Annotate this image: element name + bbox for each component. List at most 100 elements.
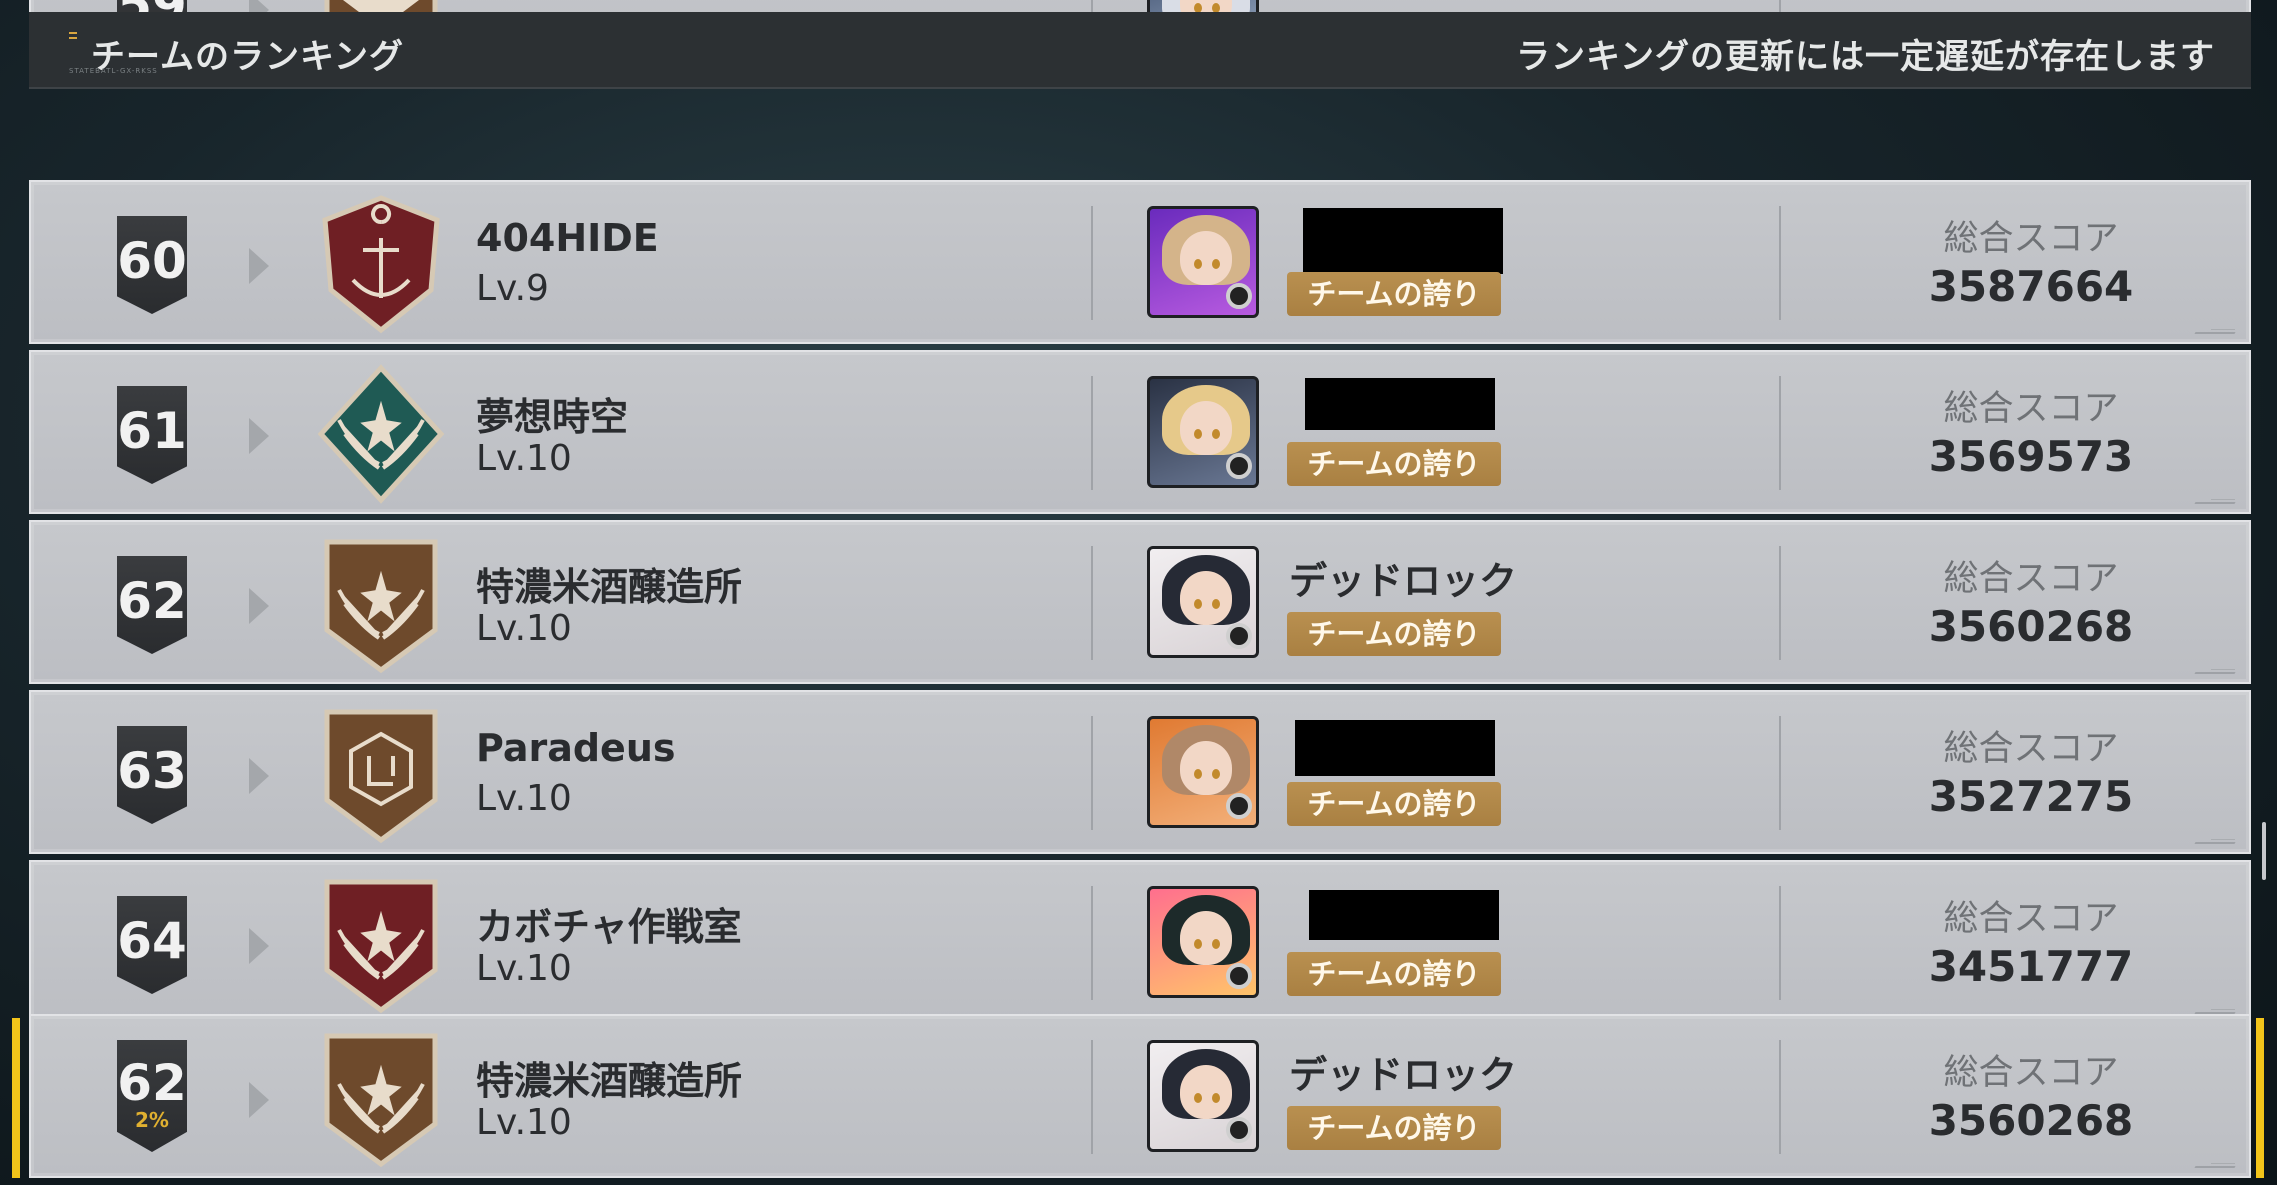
expand-arrow-icon[interactable]	[249, 928, 269, 964]
team-pride-badge: チームの誇り	[1287, 272, 1501, 316]
score-label: 総合スコア	[1943, 389, 2119, 429]
column-divider	[1091, 376, 1093, 490]
leader-avatar[interactable]	[1147, 206, 1259, 318]
column-divider	[1779, 376, 1781, 490]
row-corner-deco	[2211, 839, 2235, 840]
leader-avatar[interactable]	[1147, 886, 1259, 998]
team-name: 404HIDE	[476, 216, 659, 260]
hexagon-emblem-icon	[317, 704, 445, 844]
update-delay-notice: ランキングの更新には一定遅延が存在します	[1516, 37, 2215, 77]
column-divider	[1091, 546, 1093, 660]
team-level: Lv.10	[476, 948, 572, 989]
gear-icon	[1226, 453, 1252, 479]
gear-icon	[1226, 283, 1252, 309]
avatar-eye	[1212, 429, 1220, 439]
avatar-eye	[1212, 1093, 1220, 1103]
row-corner-deco	[2211, 1009, 2235, 1010]
ranking-list: 59Lv.10チームの誇り359266460404HIDELv.9チームの誇り総…	[0, 0, 2277, 1185]
avatar-face	[1180, 231, 1232, 285]
score-label: 総合スコア	[1943, 1053, 2119, 1093]
row-corner-deco	[2211, 499, 2235, 500]
avatar-eye	[1194, 1093, 1202, 1103]
avatar-face	[1180, 1065, 1232, 1119]
score-label: 総合スコア	[1943, 899, 2119, 939]
wings-emblem-icon	[317, 364, 445, 504]
ranking-row[interactable]: 64 カボチャ作戦室 Lv.10 チームの誇り 総合スコア 3451777	[29, 860, 2251, 1024]
ranking-row[interactable]: 63 Paradeus Lv.10 チームの誇り 総合スコア 3527275	[29, 690, 2251, 854]
avatar-face	[1180, 571, 1232, 625]
expand-arrow-icon[interactable]	[249, 1082, 269, 1118]
team-name: カボチャ作戦室	[476, 905, 742, 949]
total-score: 3527275	[1928, 772, 2134, 821]
expand-arrow-icon[interactable]	[249, 588, 269, 624]
avatar-eye	[1212, 939, 1220, 949]
self-row-accent-left	[12, 1018, 20, 1178]
column-divider	[1091, 1040, 1093, 1154]
avatar-eye	[1194, 429, 1202, 439]
rank-badge: 62	[117, 556, 187, 654]
team-pride-badge: チームの誇り	[1287, 442, 1501, 486]
team-level: Lv.10	[476, 438, 572, 479]
redacted-leader-name	[1309, 890, 1499, 940]
redacted-leader-name	[1305, 378, 1495, 430]
column-divider	[1779, 206, 1781, 320]
avatar-eye	[1194, 769, 1202, 779]
expand-arrow-icon[interactable]	[249, 758, 269, 794]
avatar-eye	[1194, 599, 1202, 609]
team-name: 夢想時空	[476, 395, 629, 439]
row-corner-deco	[2194, 1166, 2236, 1168]
row-corner-deco	[2211, 669, 2235, 670]
row-corner-deco	[2194, 332, 2236, 334]
team-level: Lv.9	[476, 268, 549, 309]
rank-badge: 63	[117, 726, 187, 824]
redacted-leader-name	[1303, 208, 1503, 274]
team-name: Paradeus	[476, 726, 676, 770]
expand-arrow-icon[interactable]	[249, 248, 269, 284]
avatar-face	[1180, 911, 1232, 965]
column-divider	[1779, 886, 1781, 1000]
gear-icon	[1226, 793, 1252, 819]
self-ranking-row[interactable]: 62 2% 特濃米酒醸造所 Lv.10 デッドロック チームの誇り 総合スコア 3560268	[29, 1014, 2251, 1178]
expand-arrow-icon[interactable]	[249, 418, 269, 454]
team-level: Lv.10	[476, 608, 572, 649]
avatar-eye	[1212, 259, 1220, 269]
team-name: 特濃米酒醸造所	[476, 1059, 743, 1103]
row-corner-deco	[2211, 1163, 2235, 1164]
rank-number: 61	[117, 402, 187, 460]
team-pride-badge: チームの誇り	[1287, 612, 1501, 656]
rank-number: 60	[117, 232, 187, 290]
row-corner-deco	[2194, 502, 2236, 504]
wings-emblem-icon	[317, 1028, 445, 1168]
row-corner-deco	[2194, 672, 2236, 674]
avatar-eye	[1212, 769, 1220, 779]
redacted-leader-name	[1295, 720, 1495, 776]
rank-percent: 2%	[135, 1108, 169, 1132]
total-score: 3560268	[1928, 1096, 2134, 1145]
leader-avatar[interactable]	[1147, 1040, 1259, 1152]
self-row-accent-right	[2256, 1018, 2264, 1178]
scrollbar-thumb[interactable]	[2262, 822, 2266, 880]
ranking-row[interactable]: 61 夢想時空 Lv.10 チームの誇り 総合スコア 3569573	[29, 350, 2251, 514]
score-label: 総合スコア	[1943, 559, 2119, 599]
rank-badge: 62 2%	[117, 1040, 187, 1152]
ranking-row[interactable]: 62 特濃米酒醸造所 Lv.10 デッドロック チームの誇り 総合スコア 3560268	[29, 520, 2251, 684]
column-divider	[1091, 206, 1093, 320]
leader-avatar[interactable]	[1147, 716, 1259, 828]
rank-number: 64	[117, 912, 187, 970]
leader-avatar[interactable]	[1147, 376, 1259, 488]
column-divider	[1779, 1040, 1781, 1154]
row-corner-deco	[2194, 842, 2236, 844]
rank-badge: 64	[117, 896, 187, 994]
ranking-row[interactable]: 60 404HIDE Lv.9 チームの誇り 総合スコア 3587664	[29, 180, 2251, 344]
leader-avatar[interactable]	[1147, 546, 1259, 658]
leader-name: デッドロック	[1289, 1053, 1518, 1097]
rank-number: 62	[117, 1054, 187, 1112]
gear-icon	[1226, 1117, 1252, 1143]
avatar-eye	[1194, 259, 1202, 269]
column-divider	[1779, 716, 1781, 830]
anchor-emblem-icon	[317, 194, 445, 334]
header-mark-icon	[69, 32, 77, 40]
wings-emblem-icon	[317, 874, 445, 1014]
total-score: 3587664	[1928, 262, 2134, 311]
wings-emblem-icon	[317, 534, 445, 674]
